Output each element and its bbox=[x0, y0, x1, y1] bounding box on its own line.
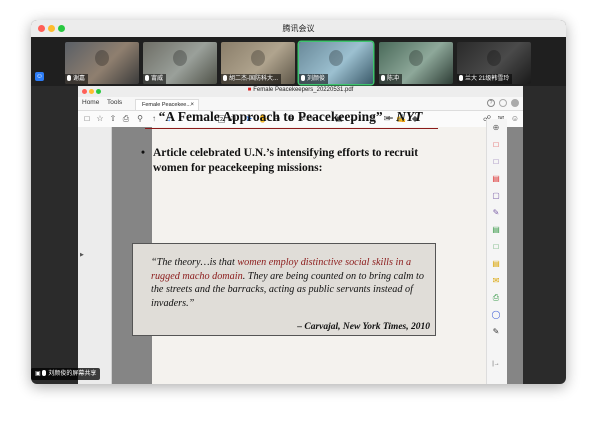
window-title: 腾讯会议 bbox=[282, 24, 315, 33]
notification-icon[interactable] bbox=[499, 99, 507, 107]
mic-icon bbox=[459, 75, 463, 81]
participant-video-strip: ☺ 谢嘉 甯威 胡二杰-国防科大... 刘颜俊 陈冲 兰大 21级韩雪玲 bbox=[31, 37, 566, 86]
pdf-titlebar: ■ Female Peacekeepers_20220531.pdf bbox=[78, 86, 523, 97]
protect-icon[interactable]: ◯ bbox=[491, 310, 501, 320]
mic-icon bbox=[42, 370, 47, 376]
slide-title-source: NYT bbox=[396, 109, 423, 124]
collapse-panel-icon[interactable]: |→ bbox=[491, 359, 501, 369]
window-titlebar: 腾讯会议 bbox=[31, 20, 566, 37]
participant-name: 兰大 21级韩雪玲 bbox=[457, 74, 513, 84]
mic-icon bbox=[381, 75, 385, 81]
participant-name-text: 陈冲 bbox=[387, 76, 400, 82]
participant-video bbox=[329, 50, 343, 66]
mic-icon bbox=[67, 75, 71, 81]
participant-tile[interactable]: 甯威 bbox=[143, 42, 217, 84]
pdf-filename: ■ Female Peacekeepers_20220531.pdf bbox=[78, 87, 523, 93]
pdf-reader-window: ■ Female Peacekeepers_20220531.pdf Home T… bbox=[78, 86, 523, 384]
quote-text: “The theory…is that women employ distinc… bbox=[151, 256, 431, 310]
participant-name: 胡二杰-国防科大... bbox=[221, 74, 281, 84]
bullet-dot-icon: • bbox=[141, 147, 146, 159]
left-navigation-panel: ▶ bbox=[78, 127, 112, 384]
participant-video bbox=[409, 50, 423, 66]
expand-left-panel-icon[interactable]: ▶ bbox=[80, 252, 84, 258]
participant-name-text: 刘颜俊 bbox=[307, 76, 326, 82]
help-icon[interactable]: ? bbox=[487, 99, 495, 107]
participant-name: 陈冲 bbox=[379, 74, 403, 84]
send-comments-icon[interactable]: ✉ bbox=[491, 276, 501, 286]
pdf-file-icon: ■ bbox=[247, 87, 252, 93]
pdf-filename-text: Female Peacekeepers_20220531.pdf bbox=[253, 87, 354, 93]
participant-tile[interactable]: 胡二杰-国防科大... bbox=[221, 42, 295, 84]
menu-home[interactable]: Home bbox=[82, 99, 99, 106]
participant-name-text: 甯威 bbox=[151, 76, 164, 82]
participant-name-text: 谢嘉 bbox=[73, 76, 86, 82]
mic-icon bbox=[301, 75, 305, 81]
print-production-icon[interactable]: ⎙ bbox=[491, 293, 501, 303]
combine-files-icon[interactable]: ▤ bbox=[491, 259, 501, 269]
quote-pre: “The theory…is that bbox=[151, 257, 238, 268]
slide-bullet: • Article celebrated U.N.’s intensifying … bbox=[141, 146, 443, 176]
bookmark-star-icon[interactable]: ☆ bbox=[95, 114, 105, 124]
participant-tile[interactable]: 谢嘉 bbox=[65, 42, 139, 84]
upload-cloud-icon[interactable]: ⇧ bbox=[108, 114, 118, 124]
participant-video bbox=[95, 50, 109, 66]
participant-name: 甯威 bbox=[143, 74, 167, 84]
slide-title: “A Female Approach to Peacekeeping” – NY… bbox=[121, 109, 460, 125]
slide-title-text: “A Female Approach to Peacekeeping” – bbox=[158, 109, 397, 124]
quote-attribution: – Carvajal, New York Times, 2010 bbox=[297, 322, 430, 332]
export-pdf-icon[interactable]: ▤ bbox=[491, 225, 501, 235]
quote-box: “The theory…is that women employ distinc… bbox=[132, 243, 436, 336]
organize-pages-icon[interactable]: ▤ bbox=[491, 174, 501, 184]
screen-share-icon: ▣ bbox=[35, 371, 41, 377]
fill-sign-icon[interactable]: ✎ bbox=[491, 208, 501, 218]
participant-name-text: 胡二杰-国防科大... bbox=[229, 76, 278, 82]
participants-icon[interactable]: ☺ bbox=[35, 72, 44, 81]
screen-share-label: 刘颜俊的屏幕共享 bbox=[48, 371, 97, 377]
title-underline bbox=[145, 128, 438, 129]
scan-ocr-icon[interactable]: □ bbox=[491, 242, 501, 252]
more-tools-icon[interactable]: ✎ bbox=[491, 327, 501, 337]
right-tools-panel: ⊕ □ □ ▤ ▢ ✎ ▤ □ ▤ ✉ ⎙ ◯ ✎ |→ bbox=[486, 119, 507, 384]
create-pdf-icon[interactable]: □ bbox=[491, 140, 501, 150]
edit-pdf-icon[interactable]: ▢ bbox=[491, 191, 501, 201]
comment-panel-icon[interactable]: □ bbox=[491, 157, 501, 167]
participant-name-text: 兰大 21级韩雪玲 bbox=[465, 76, 510, 82]
participant-video bbox=[251, 50, 265, 66]
mic-icon bbox=[223, 75, 227, 81]
menu-tools[interactable]: Tools bbox=[107, 99, 122, 106]
zoom-tool-icon[interactable]: ⊕ bbox=[491, 123, 501, 133]
account-avatar[interactable] bbox=[511, 99, 519, 107]
screen-share-indicator[interactable]: ▣ 刘颜俊的屏幕共享 bbox=[31, 368, 101, 380]
participant-video bbox=[173, 50, 187, 66]
participant-video bbox=[487, 50, 501, 66]
save-icon[interactable]: □ bbox=[82, 114, 92, 124]
participant-name: 谢嘉 bbox=[65, 74, 89, 84]
document-tab-label: Female Peacekee... bbox=[142, 102, 191, 108]
participant-tile[interactable]: 陈冲 bbox=[379, 42, 453, 84]
participant-name: 刘颜俊 bbox=[299, 74, 329, 84]
participant-tile[interactable]: 兰大 21级韩雪玲 bbox=[457, 42, 531, 84]
mic-icon bbox=[145, 75, 149, 81]
participant-tile[interactable]: 刘颜俊 bbox=[299, 42, 373, 84]
slide-bullet-text: Article celebrated U.N.’s intensifying e… bbox=[153, 147, 419, 174]
user-icon[interactable]: ☺ bbox=[510, 114, 520, 124]
